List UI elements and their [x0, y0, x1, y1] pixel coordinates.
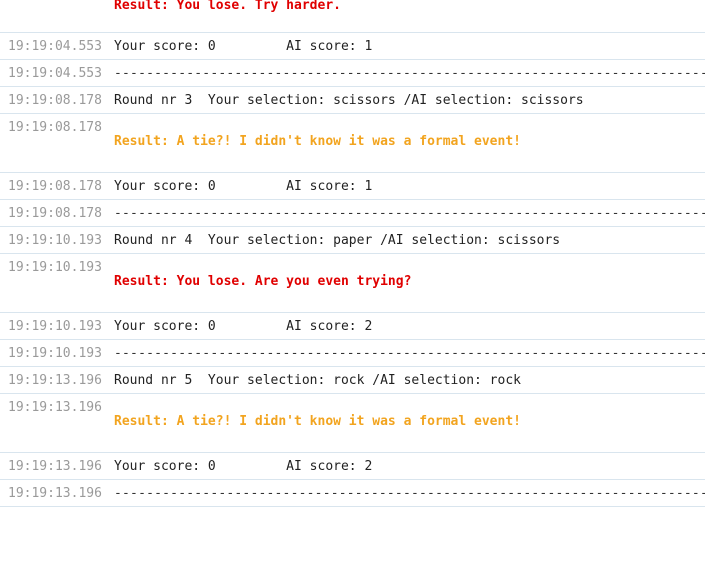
log-timestamp: 19:19:08.178	[8, 179, 102, 194]
log-timestamp: 19:19:13.196	[8, 400, 102, 415]
log-separator-row: 19:19:10.193 ----------------------------…	[0, 340, 705, 367]
log-row: 19:19:10.193 Round nr 4 Your selection: p…	[0, 227, 705, 254]
log-separator-row: 19:19:08.178 ----------------------------…	[0, 200, 705, 227]
log-separator-row: 19:19:04.553 ----------------------------…	[0, 60, 705, 87]
separator-line: ----------------------------------------…	[114, 346, 705, 361]
log-result-row: 19:19:04.553Result: You lose. Try harder…	[0, 0, 705, 33]
log-row: 19:19:08.178 Round nr 3 Your selection: s…	[0, 87, 705, 114]
log-message: Round nr 4 Your selection: paper /AI sel…	[114, 233, 561, 248]
log-row: 19:19:04.553 Your score: 0 AI score: 1	[0, 33, 705, 60]
separator-line: ----------------------------------------…	[114, 486, 705, 501]
separator-line: ----------------------------------------…	[114, 66, 705, 81]
log-message: Your score: 0 AI score: 2	[114, 319, 373, 334]
log-timestamp: 19:19:08.178	[8, 93, 102, 108]
log-message: Round nr 3 Your selection: scissors /AI …	[114, 93, 584, 108]
separator-line: ----------------------------------------…	[114, 206, 705, 221]
log-timestamp: 19:19:10.193	[8, 260, 102, 275]
log-timestamp: 19:19:13.196	[8, 373, 102, 388]
result-message: Result: You lose. Are you even trying?	[114, 274, 412, 289]
log-result-row: 19:19:10.193 Result: You lose. Are you ev…	[0, 254, 705, 313]
log-timestamp: 19:19:10.193	[8, 346, 102, 361]
result-message: Result: A tie?! I didn't know it was a f…	[114, 414, 521, 429]
log-timestamp: 19:19:08.178	[8, 120, 102, 135]
log-timestamp: 19:19:08.178	[8, 206, 102, 221]
log-separator-row: 19:19:13.196 ----------------------------…	[0, 480, 705, 507]
game-log: 19:19:04.553 Result: You lose. Try harder…	[0, 0, 705, 507]
log-message: Your score: 0 AI score: 2	[114, 459, 373, 474]
log-message: Round nr 5 Your selection: rock /AI sele…	[114, 373, 521, 388]
result-message: Result: You lose. Try harder.	[114, 0, 341, 13]
log-result-row: 19:19:08.178 Result: A tie?! I didn't kno…	[0, 114, 705, 173]
log-timestamp: 19:19:13.196	[8, 486, 102, 501]
log-row: 19:19:13.196 Round nr 5 Your selection: r…	[0, 367, 705, 394]
result-message: Result: A tie?! I didn't know it was a f…	[114, 134, 521, 149]
log-message: Your score: 0 AI score: 1	[114, 179, 373, 194]
log-message: Your score: 0 AI score: 1	[114, 39, 373, 54]
log-timestamp: 19:19:04.553	[8, 39, 102, 54]
log-timestamp: 19:19:10.193	[8, 233, 102, 248]
log-row: 19:19:08.178 Your score: 0 AI score: 1	[0, 173, 705, 200]
log-timestamp: 19:19:10.193	[8, 319, 102, 334]
log-row: 19:19:13.196 Your score: 0 AI score: 2	[0, 453, 705, 480]
log-timestamp: 19:19:04.553	[8, 66, 102, 81]
log-timestamp: 19:19:13.196	[8, 459, 102, 474]
log-row: 19:19:10.193 Your score: 0 AI score: 2	[0, 313, 705, 340]
log-result-row: 19:19:13.196 Result: A tie?! I didn't kno…	[0, 394, 705, 453]
